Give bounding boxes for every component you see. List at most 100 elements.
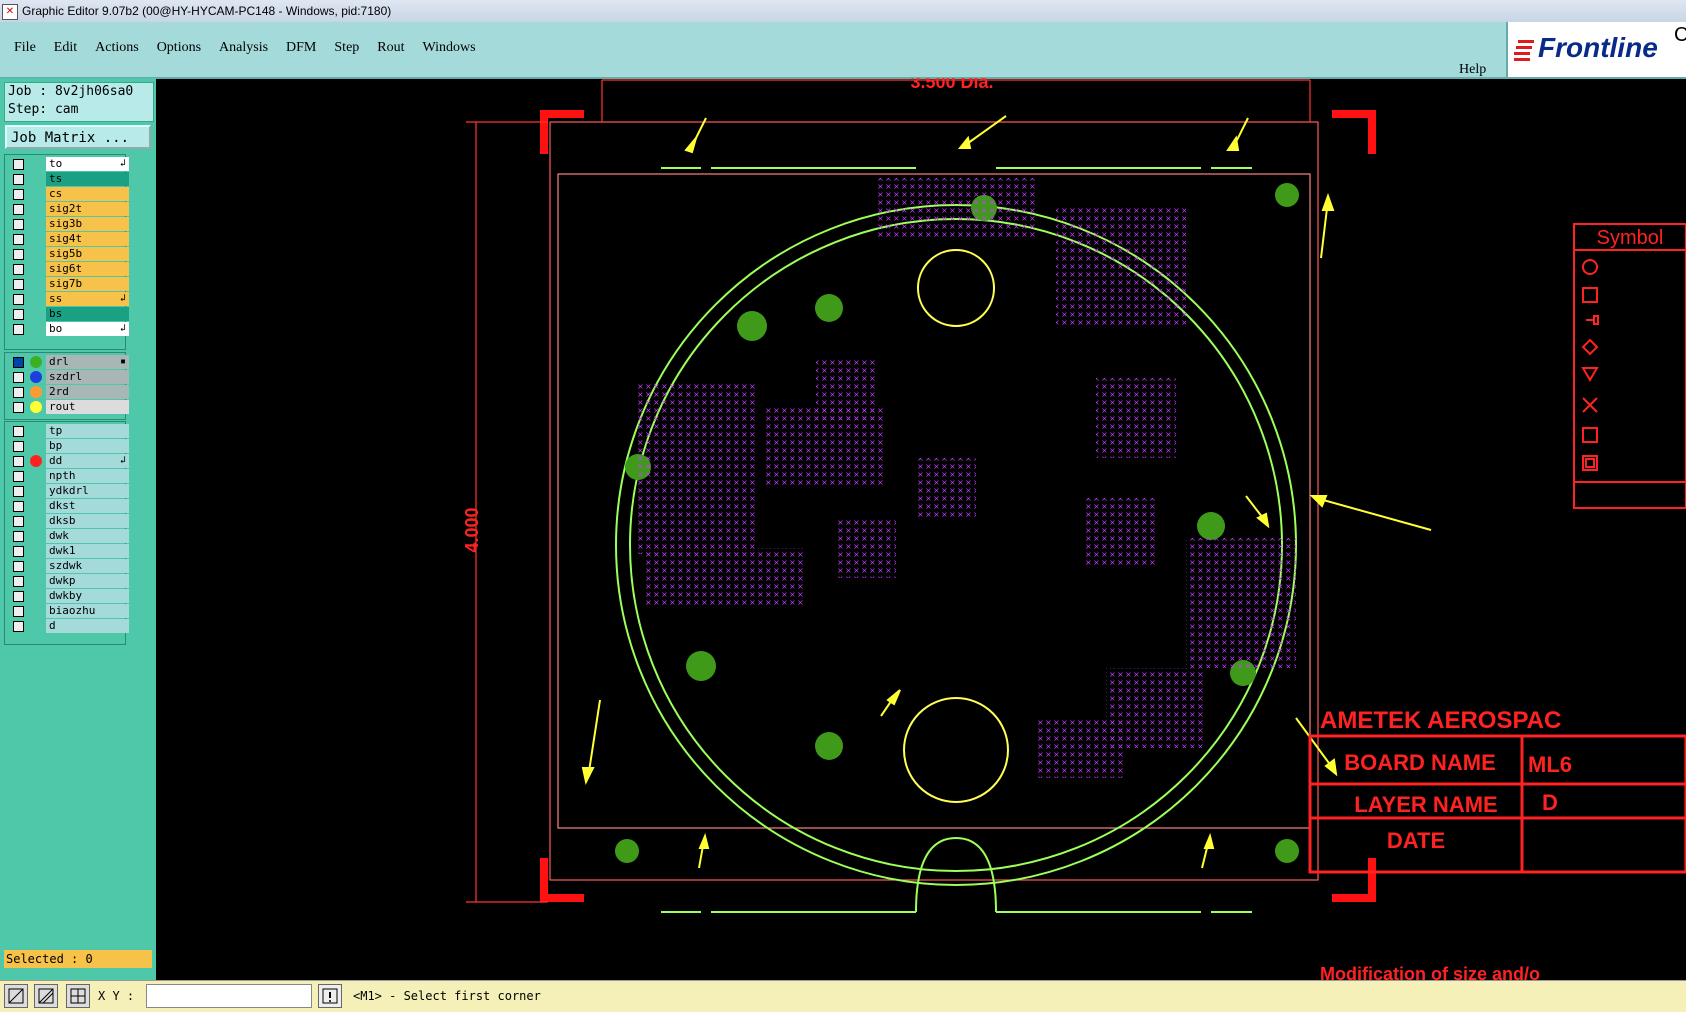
layer-row-bo[interactable]: bo ↲ [9, 322, 129, 336]
layer-checkbox[interactable] [13, 159, 24, 170]
layer-name[interactable]: 2rd [46, 385, 129, 399]
menu-dfm[interactable]: DFM [286, 40, 316, 56]
menu-windows[interactable]: Windows [423, 40, 476, 56]
layer-name[interactable]: rout [46, 400, 129, 414]
layer-row-ss[interactable]: ss ↲ [9, 292, 129, 306]
layer-name[interactable]: dkst [46, 499, 129, 513]
layer-row-bp[interactable]: bp [9, 439, 129, 453]
layer-name[interactable]: bs [46, 307, 129, 321]
layer-checkbox[interactable] [13, 621, 24, 632]
layer-checkbox[interactable] [13, 456, 24, 467]
layer-name[interactable]: dd ↲ [46, 454, 129, 468]
layer-checkbox[interactable] [13, 606, 24, 617]
layer-name[interactable]: sig6t [46, 262, 129, 276]
layer-row-rout[interactable]: rout [9, 400, 129, 414]
grid-button[interactable] [66, 984, 90, 1008]
layer-checkbox[interactable] [13, 294, 24, 305]
layer-checkbox[interactable] [13, 189, 24, 200]
layer-checkbox[interactable] [13, 426, 24, 437]
layer-row-drl[interactable]: drl ▪ [9, 355, 129, 369]
layer-row-d[interactable]: d [9, 619, 129, 633]
layer-checkbox[interactable] [13, 576, 24, 587]
layer-row-dkst[interactable]: dkst [9, 499, 129, 513]
layer-name[interactable]: d [46, 619, 129, 633]
layer-checkbox[interactable] [13, 441, 24, 452]
job-matrix-button[interactable]: Job Matrix ... [5, 125, 151, 149]
menu-help[interactable]: Help [1459, 62, 1486, 78]
layer-name[interactable]: szdrl [46, 370, 129, 384]
layer-name[interactable]: dwkby [46, 589, 129, 603]
layer-row-cs[interactable]: cs [9, 187, 129, 201]
layer-checkbox[interactable] [13, 357, 24, 368]
layer-checkbox[interactable] [13, 174, 24, 185]
layer-name[interactable]: to ↲ [46, 157, 129, 171]
layer-row-sig4t[interactable]: sig4t [9, 232, 129, 246]
layer-name[interactable]: dwkp [46, 574, 129, 588]
layer-checkbox[interactable] [13, 516, 24, 527]
layer-row-dwk[interactable]: dwk [9, 529, 129, 543]
layer-row-sig3b[interactable]: sig3b [9, 217, 129, 231]
layer-checkbox[interactable] [13, 309, 24, 320]
layer-name[interactable]: dksb [46, 514, 129, 528]
layer-name[interactable]: ydkdrl [46, 484, 129, 498]
layer-row-biaozhu[interactable]: biaozhu [9, 604, 129, 618]
layer-name[interactable]: biaozhu [46, 604, 129, 618]
menu-options[interactable]: Options [157, 40, 201, 56]
layer-name[interactable]: szdwk [46, 559, 129, 573]
layer-row-sig2t[interactable]: sig2t [9, 202, 129, 216]
layer-checkbox[interactable] [13, 249, 24, 260]
menu-file[interactable]: File [14, 40, 36, 56]
menu-rout[interactable]: Rout [377, 40, 404, 56]
info-button[interactable] [318, 984, 342, 1008]
layer-row-dwk1[interactable]: dwk1 [9, 544, 129, 558]
layer-checkbox[interactable] [13, 372, 24, 383]
layer-checkbox[interactable] [13, 264, 24, 275]
layer-row-bs[interactable]: bs [9, 307, 129, 321]
layer-name[interactable]: sig5b [46, 247, 129, 261]
layer-row-ydkdrl[interactable]: ydkdrl [9, 484, 129, 498]
layer-row-npth[interactable]: npth [9, 469, 129, 483]
zoom-window-button[interactable] [4, 984, 28, 1008]
layer-row-sig6t[interactable]: sig6t [9, 262, 129, 276]
layer-row-szdwk[interactable]: szdwk [9, 559, 129, 573]
menu-edit[interactable]: Edit [54, 40, 77, 56]
layer-checkbox[interactable] [13, 561, 24, 572]
layer-name[interactable]: drl ▪ [46, 355, 129, 369]
layer-row-2rd[interactable]: 2rd [9, 385, 129, 399]
layer-checkbox[interactable] [13, 279, 24, 290]
menu-actions[interactable]: Actions [95, 40, 139, 56]
layer-checkbox[interactable] [13, 204, 24, 215]
layer-name[interactable]: sig2t [46, 202, 129, 216]
layer-row-to[interactable]: to ↲ [9, 157, 129, 171]
layer-checkbox[interactable] [13, 546, 24, 557]
xy-input[interactable] [146, 984, 312, 1008]
layer-name[interactable]: sig4t [46, 232, 129, 246]
layer-name[interactable]: ss ↲ [46, 292, 129, 306]
layer-name[interactable]: tp [46, 424, 129, 438]
layer-checkbox[interactable] [13, 219, 24, 230]
layer-checkbox[interactable] [13, 486, 24, 497]
layer-name[interactable]: cs [46, 187, 129, 201]
layer-row-ts[interactable]: ts [9, 172, 129, 186]
layer-row-sig7b[interactable]: sig7b [9, 277, 129, 291]
layer-checkbox[interactable] [13, 501, 24, 512]
menu-analysis[interactable]: Analysis [219, 40, 268, 56]
layer-row-dd[interactable]: dd ↲ [9, 454, 129, 468]
layer-checkbox[interactable] [13, 471, 24, 482]
layer-row-dksb[interactable]: dksb [9, 514, 129, 528]
layer-row-dwkp[interactable]: dwkp [9, 574, 129, 588]
layer-checkbox[interactable] [13, 324, 24, 335]
layer-name[interactable]: dwk [46, 529, 129, 543]
layer-name[interactable]: dwk1 [46, 544, 129, 558]
layer-row-dwkby[interactable]: dwkby [9, 589, 129, 603]
layer-row-sig5b[interactable]: sig5b [9, 247, 129, 261]
layer-checkbox[interactable] [13, 591, 24, 602]
layer-checkbox[interactable] [13, 402, 24, 413]
layer-row-szdrl[interactable]: szdrl [9, 370, 129, 384]
layer-checkbox[interactable] [13, 531, 24, 542]
layer-checkbox[interactable] [13, 234, 24, 245]
layer-checkbox[interactable] [13, 387, 24, 398]
graphic-canvas[interactable]: 3.500 Dia. 4.000 × [156, 78, 1686, 980]
layer-row-tp[interactable]: tp [9, 424, 129, 438]
layer-name[interactable]: sig7b [46, 277, 129, 291]
